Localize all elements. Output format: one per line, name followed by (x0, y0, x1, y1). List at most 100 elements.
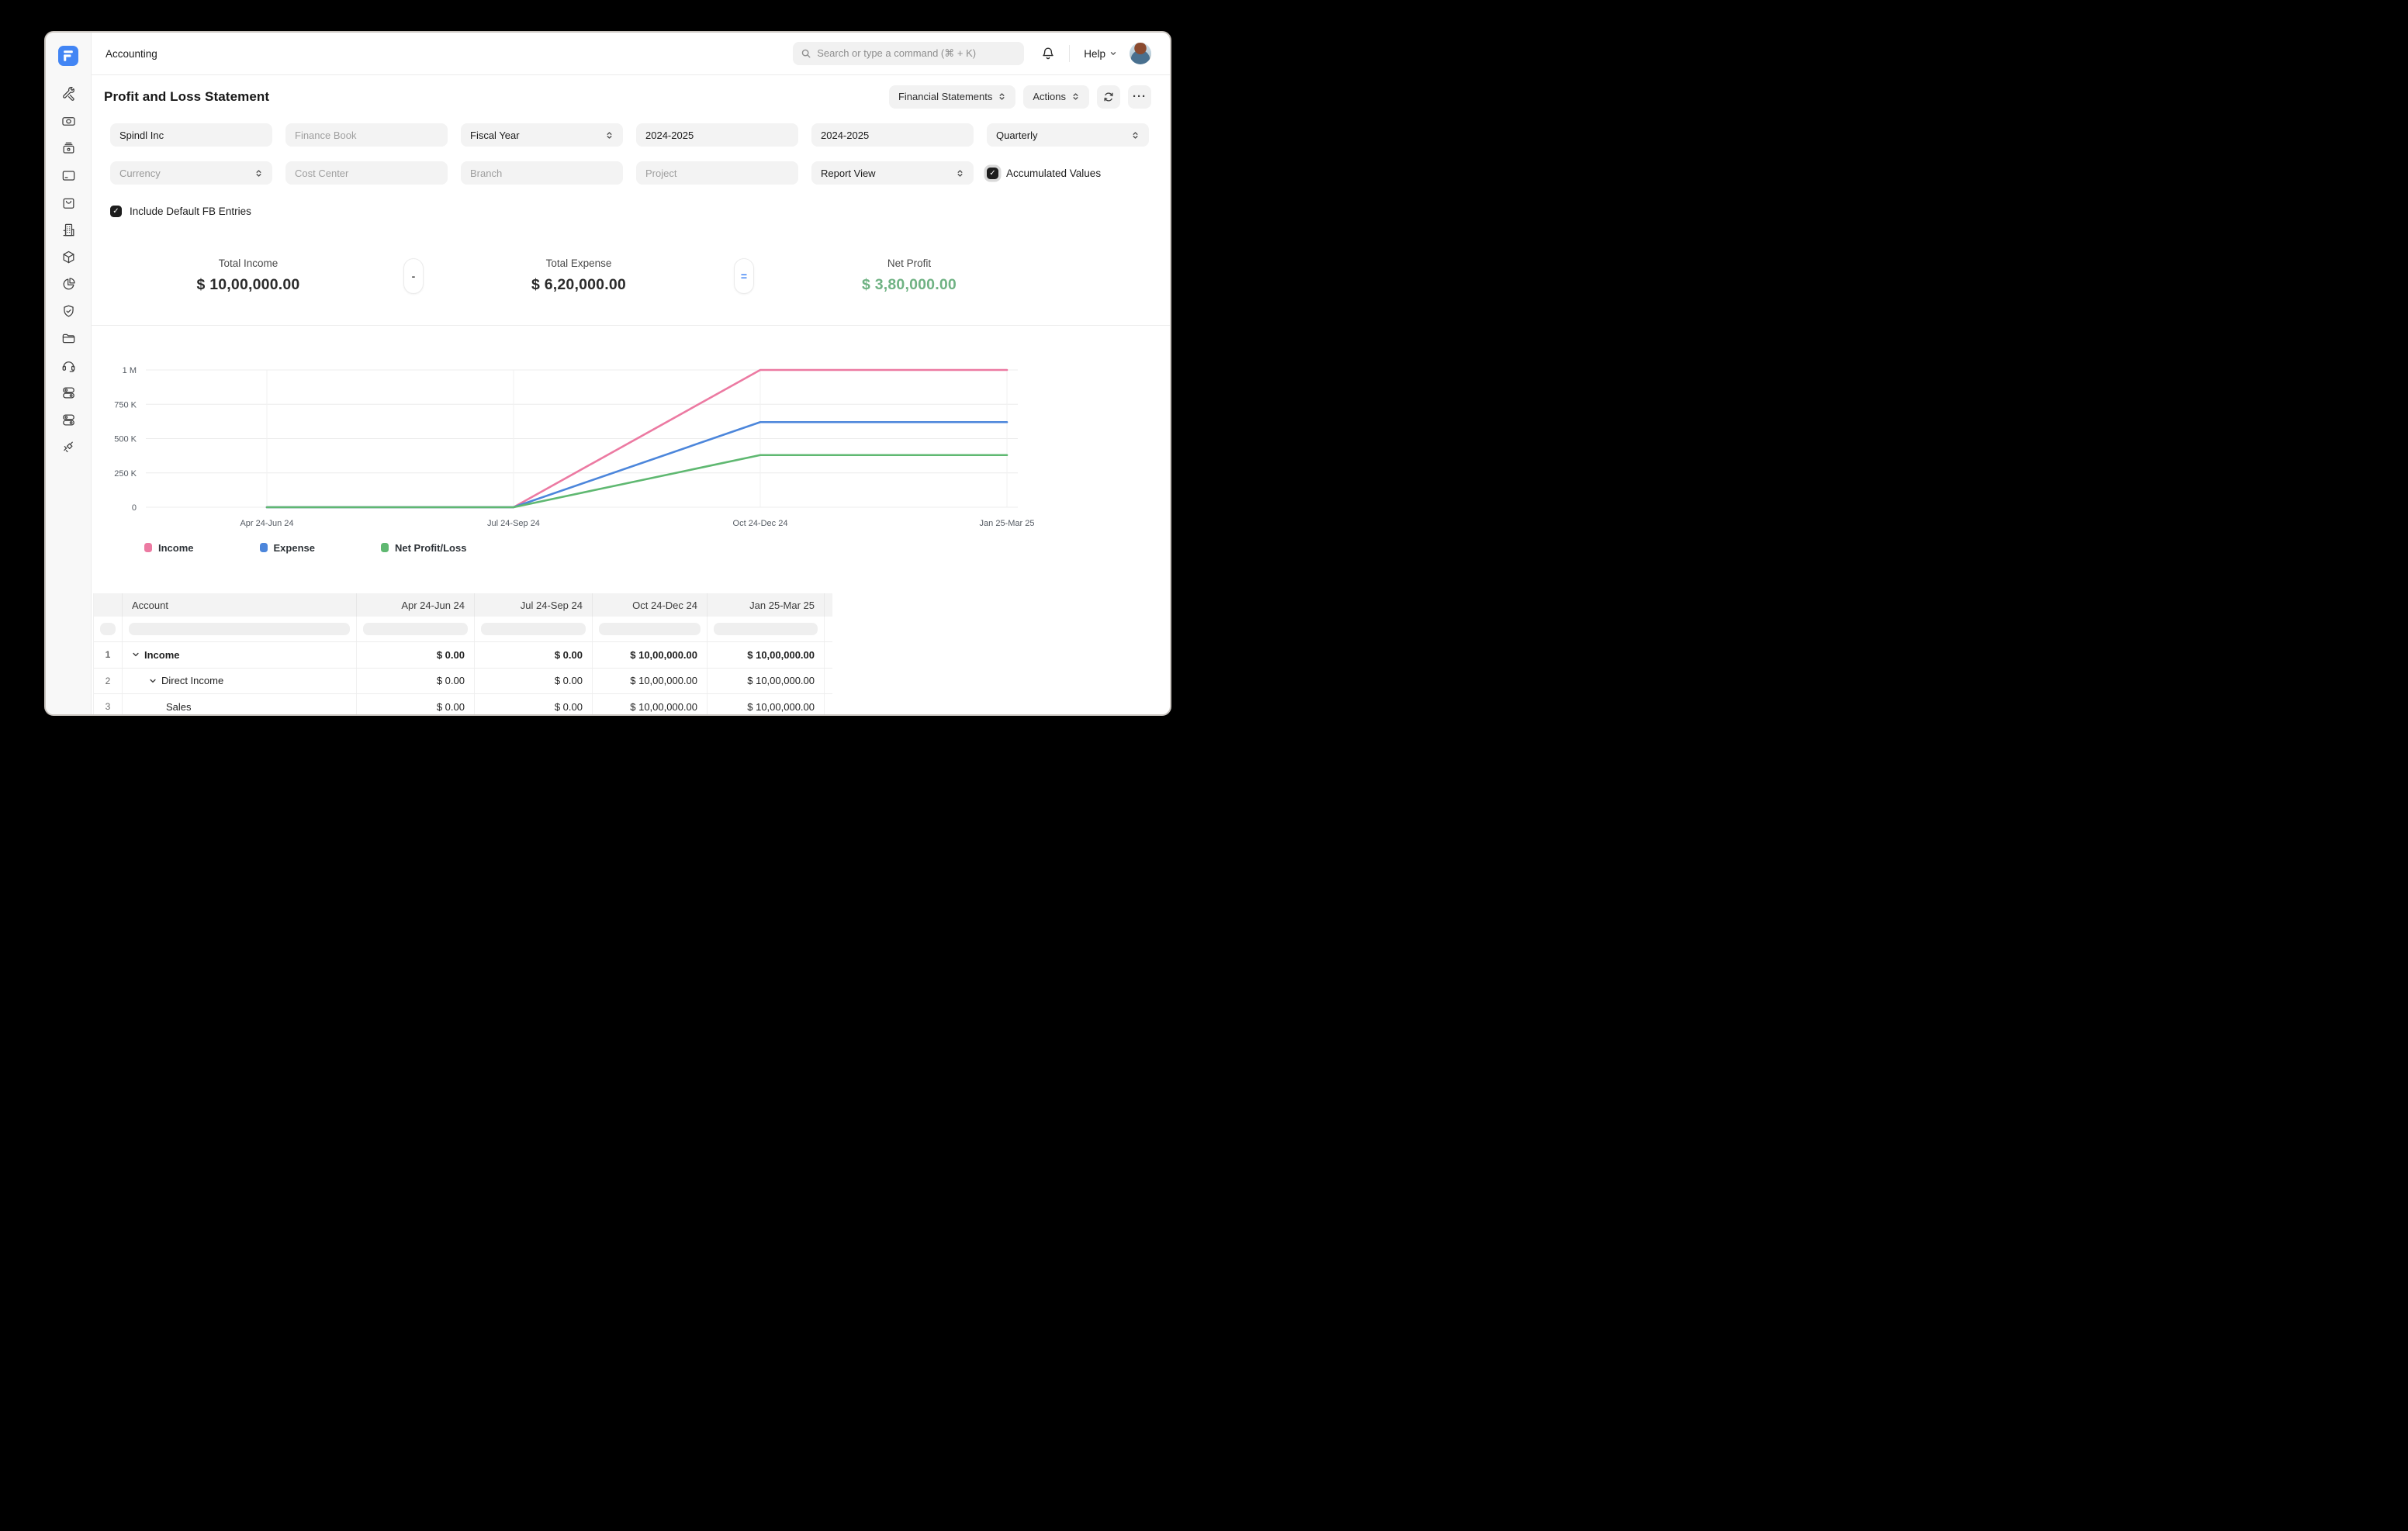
table-row-direct-income[interactable]: 2Direct Income$ 0.00$ 0.00$ 10,00,000.00… (94, 669, 832, 695)
sidebar-item-cash-drawer[interactable] (54, 140, 82, 156)
period-3-filter-input[interactable] (599, 623, 701, 635)
finance-book-input[interactable]: Finance Book (285, 123, 448, 147)
summary-total-expense: Total Expense$ 6,20,000.00 (424, 257, 734, 294)
summary-value: $ 3,80,000.00 (754, 276, 1064, 294)
periodicity-select[interactable]: Quarterly (987, 123, 1149, 147)
sidebar-item-tools[interactable] (54, 86, 82, 102)
header-period-3[interactable]: Oct 24-Dec 24 (593, 593, 708, 617)
sidebar-item-building[interactable] (54, 222, 82, 237)
start-year-input[interactable]: 2024-2025 (636, 123, 798, 147)
account-cell[interactable]: Sales (123, 694, 357, 714)
report-view-value: Report View (821, 168, 876, 179)
period-1-filter-input[interactable] (363, 623, 468, 635)
sidebar-item-package[interactable] (54, 249, 82, 264)
currency-value: Currency (119, 168, 161, 179)
report-view-select[interactable]: Report View (811, 161, 974, 185)
building-icon (61, 223, 76, 237)
filter-row-2: Currency Cost Center Branch Project Report V… (110, 161, 1151, 185)
help-menu[interactable]: Help (1084, 48, 1117, 60)
legend-label: Expense (274, 542, 315, 554)
amount-cell: $ 10,00,000.00 (593, 694, 708, 714)
plug-icon (61, 440, 76, 454)
actions-dropdown[interactable]: Actions (1023, 85, 1089, 109)
amount-cell: $ 0.00 (475, 642, 593, 668)
sidebar-item-pie-chart[interactable] (54, 276, 82, 292)
period-2-filter-input[interactable] (481, 623, 586, 635)
money-icon (61, 114, 76, 129)
include-default-fb-row: ✓ Include Default FB Entries (110, 199, 1151, 223)
table-row-sales[interactable]: 3Sales$ 0.00$ 0.00$ 10,00,000.00$ 10,00,… (94, 694, 832, 714)
amount-cell: $ 10,00,000.00 (708, 694, 825, 714)
amount-cell: $ 0.00 (475, 694, 593, 714)
search-input[interactable]: Search or type a command (⌘ + K) (793, 42, 1024, 65)
header-period-1[interactable]: Apr 24-Jun 24 (357, 593, 475, 617)
sidebar-item-folder[interactable] (54, 330, 82, 346)
sidebar-item-headset[interactable] (54, 358, 82, 373)
summary-total-income: Total Income $ 10,00,000.00 (93, 257, 403, 294)
sidebar (46, 33, 92, 714)
main-area: Accounting Search or type a command (⌘ +… (92, 33, 1170, 714)
branch-input[interactable]: Branch (461, 161, 623, 185)
company-value: Spindl Inc (119, 130, 164, 141)
sidebar-item-shopping-bag[interactable] (54, 195, 82, 210)
refresh-button[interactable] (1097, 85, 1120, 109)
summary-label: Total Income (93, 257, 403, 269)
sidebar-item-plug[interactable] (54, 439, 82, 454)
account-cell[interactable]: Direct Income (123, 669, 357, 694)
filter-based-on-select[interactable]: Fiscal Year (461, 123, 623, 147)
include-default-fb-label: Include Default FB Entries (130, 206, 251, 217)
account-cell[interactable]: Income (123, 642, 357, 668)
account-filter-input[interactable] (129, 623, 350, 635)
shield-check-icon (61, 304, 76, 319)
amount-cell: $ 10,00,000.00 (708, 669, 825, 694)
cost-center-placeholder: Cost Center (295, 168, 348, 179)
header-period-4[interactable]: Jan 25-Mar 25 (708, 593, 825, 617)
summary-section: Total Income$ 10,00,000.00-Total Expense… (92, 257, 1170, 326)
y-tick-label: 1 M (123, 366, 137, 375)
company-input[interactable]: Spindl Inc (110, 123, 272, 147)
sidebar-item-shield-check[interactable] (54, 303, 82, 319)
shopping-bag-icon (61, 195, 76, 210)
summary-label: Total Expense (424, 257, 734, 269)
sidebar-item-toggles[interactable] (54, 385, 82, 400)
currency-select[interactable]: Currency (110, 161, 272, 185)
filter-based-on-value: Fiscal Year (470, 130, 520, 141)
financial-statements-dropdown[interactable]: Financial Statements (889, 85, 1015, 109)
rownum-filter-input[interactable] (100, 623, 116, 635)
select-updown-icon (254, 169, 263, 178)
chevron-down-icon[interactable] (149, 677, 157, 685)
sidebar-item-toggles-2[interactable] (54, 412, 82, 427)
header-account[interactable]: Account (123, 593, 357, 617)
row-number: 2 (94, 669, 123, 694)
x-tick-label: Oct 24-Dec 24 (733, 519, 788, 528)
select-updown-icon (1071, 92, 1080, 101)
project-input[interactable]: Project (636, 161, 798, 185)
end-year-input[interactable]: 2024-2025 (811, 123, 974, 147)
more-options-button[interactable]: ··· (1128, 85, 1151, 109)
sidebar-item-credit-card[interactable] (54, 168, 82, 183)
app-logo-icon[interactable] (58, 46, 78, 66)
header-stub (825, 593, 834, 617)
table-row-income[interactable]: 1Income$ 0.00$ 0.00$ 10,00,000.00$ 10,00… (94, 642, 832, 669)
cost-center-input[interactable]: Cost Center (285, 161, 448, 185)
legend-item-net-profit-loss: Net Profit/Loss (381, 542, 466, 554)
y-tick-label: 0 (132, 503, 137, 513)
include-default-fb-checkbox[interactable]: ✓ Include Default FB Entries (110, 206, 251, 217)
period-4-filter-input[interactable] (714, 623, 818, 635)
accumulated-values-checkbox[interactable]: ✓Accumulated Values (987, 161, 1149, 185)
toggles-icon (61, 385, 76, 400)
chevron-down-icon[interactable] (132, 651, 140, 658)
notifications-button[interactable] (1041, 47, 1055, 60)
summary-value: $ 10,00,000.00 (93, 276, 403, 294)
x-tick-label: Apr 24-Jun 24 (240, 519, 293, 528)
header-period-2[interactable]: Jul 24-Sep 24 (475, 593, 593, 617)
user-avatar[interactable] (1130, 43, 1151, 64)
pie-chart-icon (61, 277, 76, 292)
search-icon (801, 48, 811, 59)
legend-item-expense: Expense (260, 542, 315, 554)
sidebar-nav (54, 86, 82, 454)
sidebar-item-money[interactable] (54, 113, 82, 129)
topbar: Accounting Search or type a command (⌘ +… (92, 33, 1170, 75)
checkbox-checked-icon: ✓ (110, 206, 122, 217)
row-number: 1 (94, 642, 123, 668)
